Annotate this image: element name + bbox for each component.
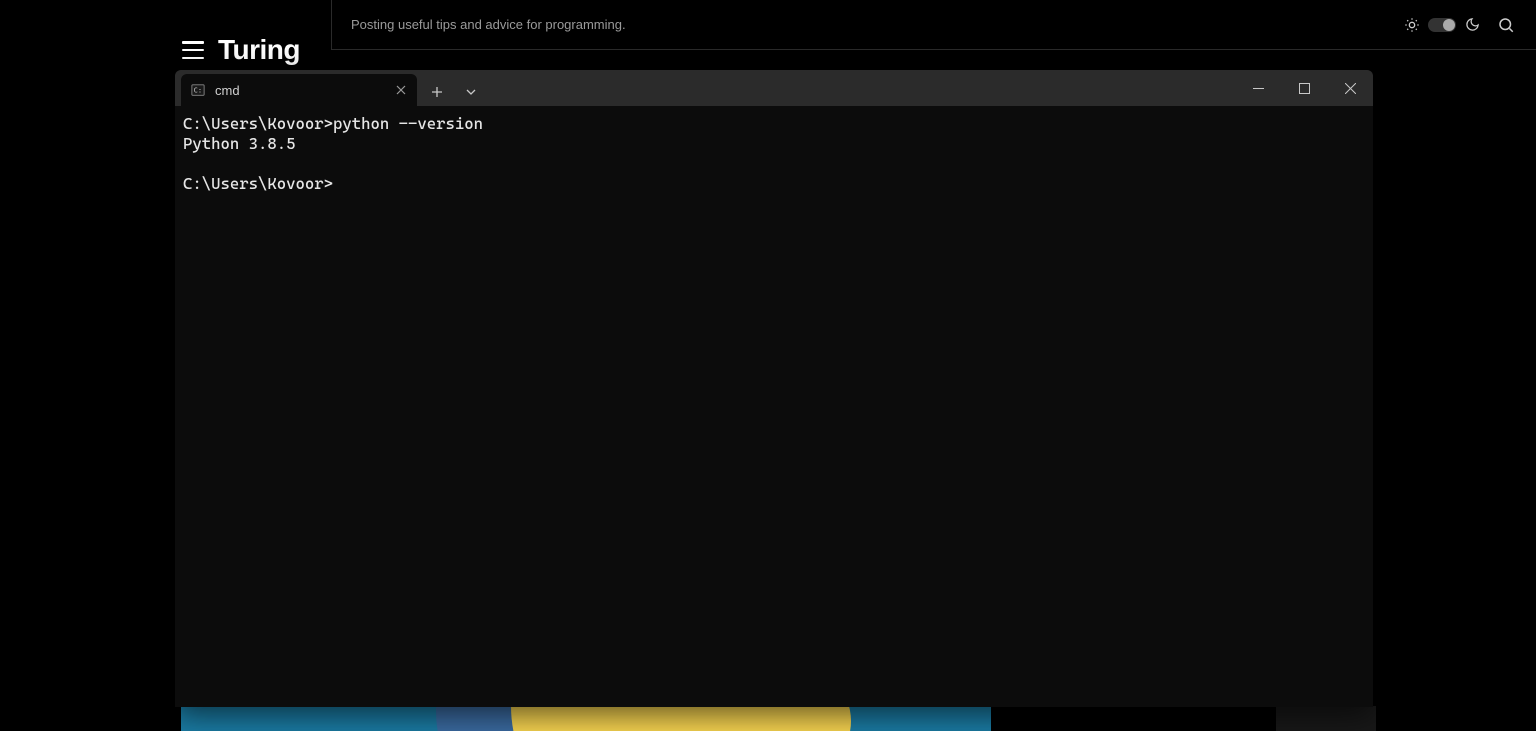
terminal-window: C: cmd: [175, 70, 1373, 707]
search-icon[interactable]: [1496, 15, 1516, 35]
close-tab-icon[interactable]: [393, 82, 409, 98]
terminal-line: C:\Users\Kovoor>: [183, 174, 333, 193]
maximize-button[interactable]: [1281, 70, 1327, 106]
window-controls: [1235, 70, 1373, 106]
site-tagline: Posting useful tips and advice for progr…: [351, 17, 626, 32]
terminal-tabs: C: cmd: [175, 70, 417, 106]
tab-controls: [417, 78, 491, 106]
terminal-tab-cmd[interactable]: C: cmd: [181, 74, 417, 106]
cmd-icon: C:: [191, 83, 205, 97]
minimize-button[interactable]: [1235, 70, 1281, 106]
hamburger-menu-icon[interactable]: [182, 41, 204, 59]
svg-text:C:: C:: [194, 87, 202, 95]
site-logo[interactable]: Turing: [218, 36, 300, 64]
tab-dropdown-button[interactable]: [457, 78, 485, 106]
terminal-line: Python 3.8.5: [183, 134, 296, 153]
site-tagline-row: Posting useful tips and advice for progr…: [331, 0, 1536, 50]
moon-icon: [1462, 15, 1482, 35]
sidebar-peek: [1276, 706, 1376, 731]
terminal-tab-label: cmd: [215, 83, 240, 98]
sun-icon: [1402, 15, 1422, 35]
theme-toggle[interactable]: [1402, 15, 1482, 35]
header-icons: [1402, 15, 1516, 35]
close-window-button[interactable]: [1327, 70, 1373, 106]
terminal-titlebar[interactable]: C: cmd: [175, 70, 1373, 106]
new-tab-button[interactable]: [423, 78, 451, 106]
background-image-peek: [181, 706, 991, 731]
toggle-track[interactable]: [1428, 18, 1456, 32]
terminal-line: C:\Users\Kovoor>python --version: [183, 114, 483, 133]
terminal-body[interactable]: C:\Users\Kovoor>python --version Python …: [175, 106, 1373, 707]
